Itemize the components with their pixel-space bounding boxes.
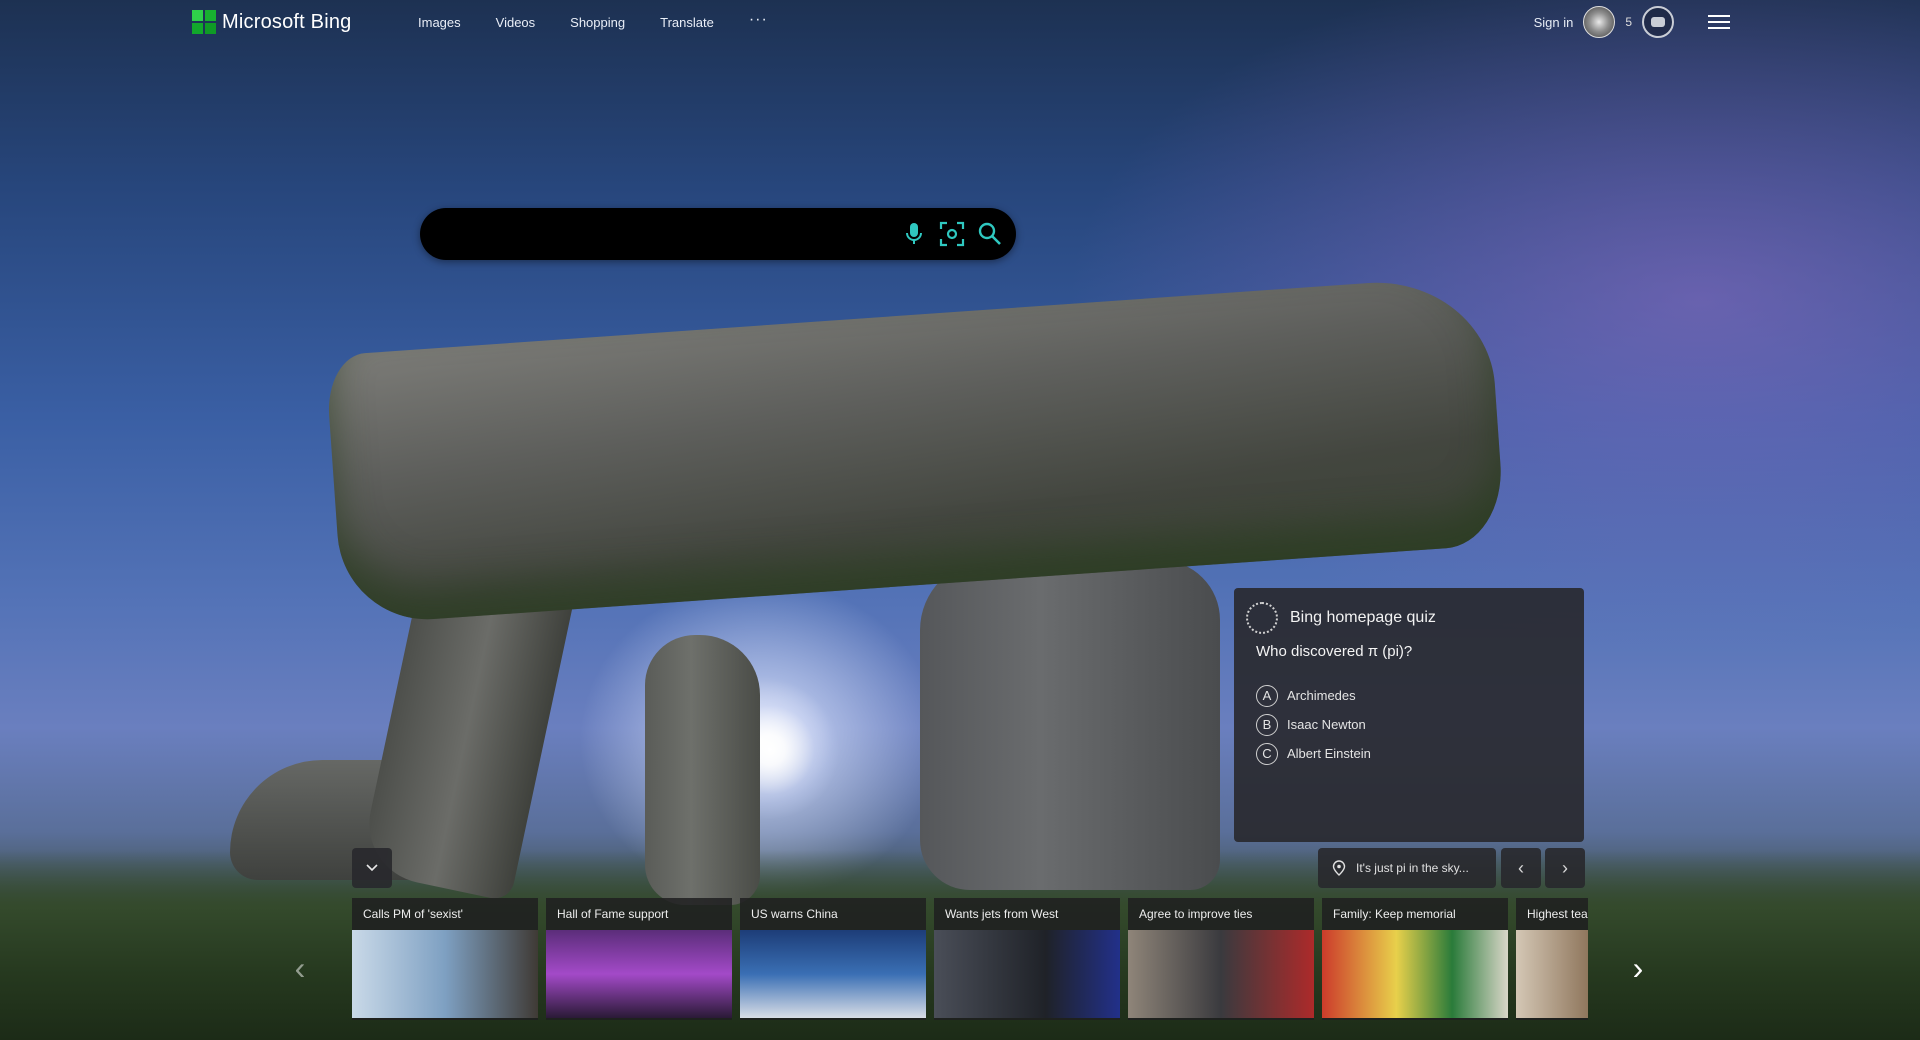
microsoft-logo-icon	[192, 10, 216, 34]
quiz-header: Bing homepage quiz	[1246, 602, 1436, 634]
news-title: Highest tea	[1527, 907, 1588, 921]
news-carousel: Calls PM of 'sexist' Hall of Fame suppor…	[352, 898, 1588, 1020]
news-card[interactable]: Calls PM of 'sexist'	[352, 898, 538, 1020]
chevron-left-icon: ‹	[294, 949, 306, 986]
background-photo	[0, 0, 1920, 1040]
quiz-option-c[interactable]: C Albert Einstein	[1256, 739, 1371, 768]
news-thumbnail	[1128, 930, 1314, 1018]
quiz-icon	[1246, 602, 1278, 634]
news-card[interactable]: Agree to improve ties	[1128, 898, 1314, 1020]
search-input[interactable]	[444, 208, 908, 262]
boulder	[230, 760, 460, 880]
microphone-icon[interactable]	[900, 220, 928, 248]
previous-image-button[interactable]: ‹	[1501, 848, 1541, 888]
news-card[interactable]: US warns China	[740, 898, 926, 1020]
dolmen-capstone	[325, 274, 1506, 626]
news-thumbnail	[1322, 930, 1508, 1018]
dolmen-middle-stone	[645, 635, 760, 905]
top-bar: Microsoft Bing Images Videos Shopping Tr…	[0, 0, 1920, 48]
nav-shopping[interactable]: Shopping	[570, 14, 625, 32]
sun-glow	[700, 680, 840, 820]
nav-images[interactable]: Images	[418, 14, 461, 32]
search-icon[interactable]	[976, 220, 1004, 248]
chevron-left-icon: ‹	[1518, 857, 1524, 878]
logo-text: Microsoft Bing	[222, 10, 352, 33]
news-card[interactable]: Family: Keep memorial	[1322, 898, 1508, 1020]
option-letter: C	[1256, 742, 1278, 765]
dolmen-right-stone	[920, 560, 1220, 890]
option-text: Isaac Newton	[1287, 717, 1366, 732]
option-letter: B	[1256, 713, 1278, 736]
chevron-right-icon: ›	[1632, 949, 1644, 986]
sign-in-link[interactable]: Sign in	[1534, 15, 1574, 30]
news-next-button[interactable]: ›	[1623, 950, 1653, 986]
quiz-option-b[interactable]: B Isaac Newton	[1256, 710, 1371, 739]
chevron-right-icon: ›	[1562, 857, 1568, 878]
news-card[interactable]: Wants jets from West	[934, 898, 1120, 1020]
news-thumbnail	[1516, 930, 1588, 1018]
news-title: US warns China	[751, 907, 838, 921]
quiz-question: Who discovered π (pi)?	[1256, 643, 1413, 660]
rewards-icon[interactable]	[1642, 6, 1674, 38]
news-title: Agree to improve ties	[1139, 907, 1253, 921]
next-image-button[interactable]: ›	[1545, 848, 1585, 888]
visual-search-icon[interactable]	[938, 220, 966, 248]
dolmen-left-stone	[358, 507, 587, 903]
rewards-count: 5	[1625, 15, 1632, 29]
news-title: Hall of Fame support	[557, 907, 669, 921]
news-prev-button[interactable]: ‹	[285, 950, 315, 986]
quiz-panel: Bing homepage quiz Who discovered π (pi)…	[1234, 588, 1584, 842]
quiz-option-a[interactable]: A Archimedes	[1256, 681, 1371, 710]
nav-translate[interactable]: Translate	[660, 14, 714, 32]
news-title: Family: Keep memorial	[1333, 907, 1456, 921]
bing-logo[interactable]: Microsoft Bing	[192, 10, 352, 34]
search-box	[420, 208, 1016, 262]
news-thumbnail	[934, 930, 1120, 1018]
option-text: Archimedes	[1287, 688, 1356, 703]
news-thumbnail	[352, 930, 538, 1018]
news-thumbnail	[546, 930, 732, 1018]
collapse-feed-button[interactable]	[352, 848, 392, 888]
option-text: Albert Einstein	[1287, 746, 1371, 761]
hamburger-menu-icon[interactable]	[1708, 15, 1730, 29]
location-pin-icon	[1332, 860, 1346, 876]
nav-more-button[interactable]: ···	[749, 11, 768, 32]
quiz-options: A Archimedes B Isaac Newton C Albert Ein…	[1256, 681, 1371, 768]
quiz-title: Bing homepage quiz	[1290, 609, 1436, 626]
news-card[interactable]: Hall of Fame support	[546, 898, 732, 1020]
news-card[interactable]: Highest tea	[1516, 898, 1588, 1020]
image-caption: It's just pi in the sky...	[1356, 861, 1469, 875]
top-nav: Images Videos Shopping Translate ···	[418, 11, 803, 32]
news-title: Wants jets from West	[945, 907, 1059, 921]
news-title: Calls PM of 'sexist'	[363, 907, 463, 921]
news-thumbnail	[740, 930, 926, 1018]
image-info-button[interactable]: It's just pi in the sky...	[1318, 848, 1496, 888]
account-area: Sign in 5	[1534, 6, 1730, 38]
nav-videos[interactable]: Videos	[496, 14, 536, 32]
avatar[interactable]	[1583, 6, 1616, 38]
chevron-down-icon	[366, 864, 378, 872]
option-letter: A	[1256, 684, 1278, 707]
